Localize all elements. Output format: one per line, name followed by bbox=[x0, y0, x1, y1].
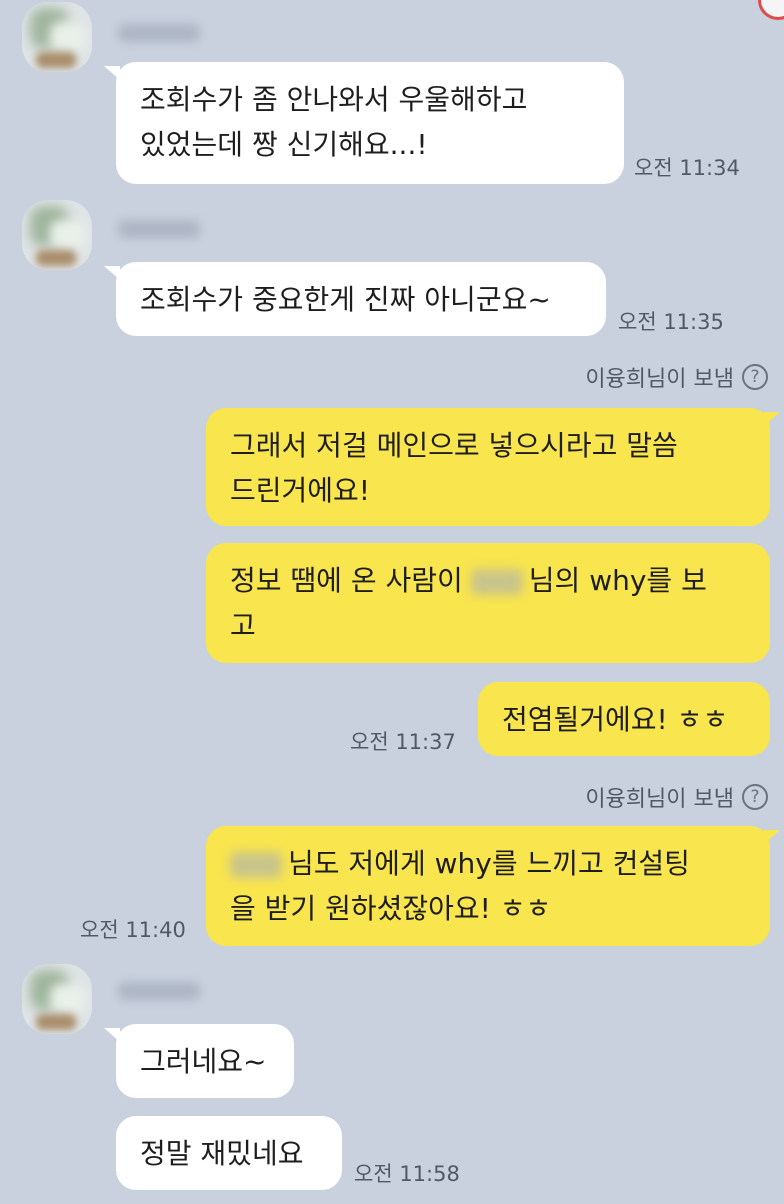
received-message[interactable]: 조회수가 중요한게 진짜 아니군요~ bbox=[116, 262, 606, 336]
message-text: 그래서 저걸 메인으로 넣으시라고 말씀 bbox=[230, 429, 678, 462]
message-time: 오전 11:35 bbox=[618, 310, 724, 334]
message-text: 전염될거에요! ㅎㅎ bbox=[502, 703, 729, 736]
message-text: 을 받기 원하셨잖아요! ㅎㅎ bbox=[230, 892, 552, 925]
message-text: 님도 저에게 why를 느끼고 컨설팅 bbox=[288, 847, 690, 880]
message-time: 오전 11:58 bbox=[354, 1162, 460, 1186]
sent-by-label: 이융희님이 보냄 ? bbox=[585, 361, 768, 393]
redacted-name bbox=[465, 563, 527, 601]
sent-by-label: 이융희님이 보냄 ? bbox=[585, 781, 768, 813]
sent-message[interactable]: 정보 땜에 온 사람이 님의 why를 보 고 bbox=[206, 543, 770, 663]
sender-avatar[interactable] bbox=[22, 964, 92, 1034]
message-text: 님의 why를 보 bbox=[528, 564, 707, 597]
sent-by-text: 이융희님이 보냄 bbox=[585, 787, 734, 812]
message-text: 조회수가 좀 안나와서 우울해하고 bbox=[140, 83, 528, 116]
question-circle-icon[interactable]: ? bbox=[742, 784, 768, 810]
redacted-name bbox=[224, 846, 286, 884]
sent-by-text: 이융희님이 보냄 bbox=[585, 367, 734, 392]
sent-message[interactable]: 그래서 저걸 메인으로 넣으시라고 말씀 드린거에요! bbox=[206, 408, 770, 526]
message-time: 오전 11:37 bbox=[350, 730, 456, 754]
message-text: 드린거에요! bbox=[230, 474, 371, 507]
message-line: 님도 저에게 why를 느끼고 컨설팅 bbox=[230, 841, 746, 886]
sender-avatar[interactable] bbox=[22, 200, 92, 270]
question-circle-icon[interactable]: ? bbox=[742, 364, 768, 390]
message-line: 정보 땜에 온 사람이 님의 why를 보 bbox=[230, 558, 746, 603]
message-text: 그러네요~ bbox=[140, 1045, 267, 1078]
message-time: 오전 11:40 bbox=[80, 918, 186, 942]
sender-name-blurred bbox=[118, 22, 238, 44]
message-text: 고 bbox=[230, 609, 256, 642]
received-message[interactable]: 조회수가 좀 안나와서 우울해하고 있었는데 짱 신기해요...! bbox=[116, 62, 624, 184]
sent-message[interactable]: 님도 저에게 why를 느끼고 컨설팅 을 받기 원하셨잖아요! ㅎㅎ bbox=[206, 826, 770, 946]
corner-badge-icon[interactable] bbox=[758, 0, 784, 20]
chat-room: 조회수가 좀 안나와서 우울해하고 있었는데 짱 신기해요...! 오전 11:… bbox=[0, 0, 784, 1204]
message-text: 정말 재밌네요 bbox=[140, 1137, 304, 1170]
message-text: 있었는데 짱 신기해요...! bbox=[140, 128, 428, 161]
message-time: 오전 11:34 bbox=[634, 156, 740, 180]
message-text: 조회수가 중요한게 진짜 아니군요~ bbox=[140, 283, 551, 316]
sender-avatar[interactable] bbox=[22, 2, 92, 72]
received-message[interactable]: 그러네요~ bbox=[116, 1024, 294, 1098]
sender-name-blurred bbox=[118, 218, 238, 240]
sent-message[interactable]: 전염될거에요! ㅎㅎ bbox=[478, 682, 770, 756]
sender-name-blurred bbox=[118, 980, 238, 1002]
message-text: 정보 땜에 온 사람이 bbox=[230, 564, 463, 597]
received-message[interactable]: 정말 재밌네요 bbox=[116, 1116, 342, 1190]
